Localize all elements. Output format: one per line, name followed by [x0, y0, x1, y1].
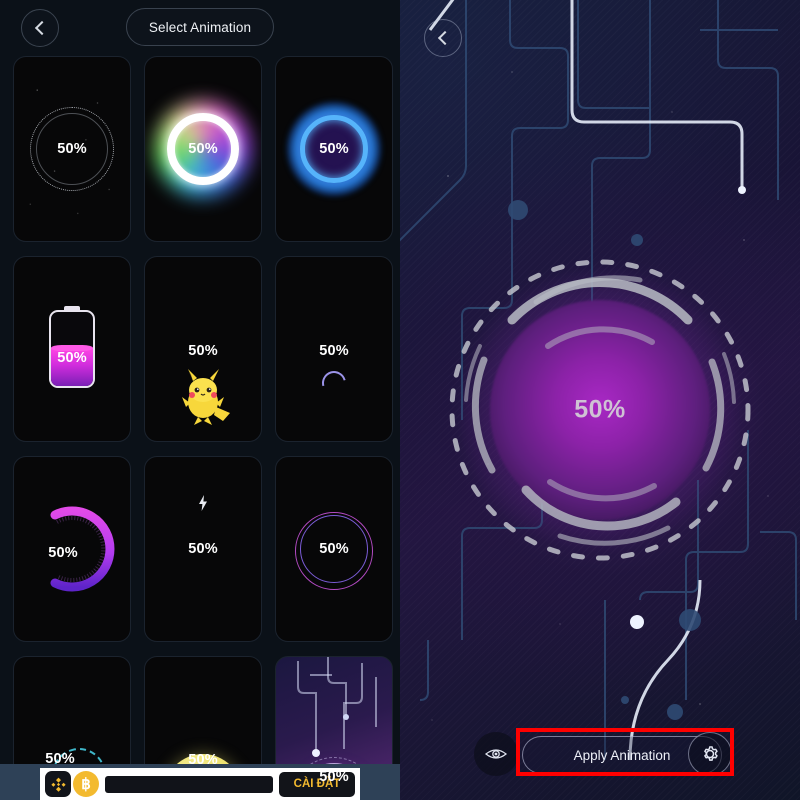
- battery-icon: [49, 310, 95, 388]
- card-percent-label: 50%: [48, 545, 78, 561]
- binance-logo-icon: [45, 771, 71, 797]
- animation-preview: 50%: [440, 250, 760, 570]
- app-screen: Select Animation 50% 50% 50% 50% 50% 50%…: [0, 0, 800, 800]
- card-percent-label: 50%: [319, 769, 349, 785]
- animation-card-blue-energy-ring[interactable]: 50%: [275, 56, 393, 242]
- animation-card-purple-arc[interactable]: 50%: [13, 456, 131, 642]
- spinner-icon: [317, 366, 351, 400]
- settings-button[interactable]: [688, 732, 732, 776]
- lightning-bolt-icon: [199, 495, 207, 511]
- ad-text-placeholder: [105, 775, 273, 793]
- card-percent-label: 50%: [188, 343, 218, 359]
- preview-percent-label: 50%: [574, 395, 626, 424]
- animation-card-dotted-particle-ring[interactable]: 50%: [13, 56, 131, 242]
- animation-card-bolt-text[interactable]: 50%: [144, 456, 262, 642]
- animation-card-liquid-battery[interactable]: 50%: [13, 256, 131, 442]
- chevron-left-icon: [34, 20, 49, 36]
- gear-icon: [704, 746, 718, 761]
- card-percent-label: 50%: [188, 141, 218, 157]
- card-percent-label: 50%: [319, 541, 349, 557]
- card-percent-label: 50%: [188, 541, 218, 557]
- animation-picker-panel: Select Animation 50% 50% 50% 50% 50% 50%…: [0, 0, 400, 800]
- chevron-left-icon: [437, 30, 452, 46]
- select-animation-label: Select Animation: [148, 19, 252, 35]
- animation-card-circuit-orb[interactable]: 50%: [275, 656, 393, 800]
- card-percent-label: 50%: [319, 343, 349, 359]
- select-animation-title[interactable]: Select Animation: [126, 8, 274, 46]
- animation-grid: 50% 50% 50% 50% 50% 50% 50% 50% 50% 50% …: [0, 56, 400, 800]
- pikachu-icon: [182, 369, 230, 425]
- card-percent-label: 50%: [57, 350, 87, 366]
- bitcoin-coin-icon: ฿: [73, 771, 99, 797]
- animation-card-pikachu[interactable]: 50%: [144, 256, 262, 442]
- card-percent-label: 50%: [57, 141, 87, 157]
- animation-preview-panel: 50% Apply Animation: [400, 0, 800, 800]
- preview-action-bar: Apply Animation: [400, 732, 800, 778]
- card-percent-label: 50%: [45, 751, 75, 767]
- back-button[interactable]: [21, 9, 59, 47]
- card-percent-label: 50%: [319, 141, 349, 157]
- card-percent-label: 50%: [188, 752, 218, 768]
- animation-card-minimal-spinner[interactable]: 50%: [275, 256, 393, 442]
- animation-card-double-thin-ring[interactable]: 50%: [275, 456, 393, 642]
- apply-animation-label: Apply Animation: [573, 747, 671, 763]
- preview-back-button[interactable]: [424, 19, 462, 57]
- animation-card-rainbow-neon-ring[interactable]: 50%: [144, 56, 262, 242]
- preview-eye-button[interactable]: [474, 732, 518, 776]
- eye-icon: [485, 749, 507, 759]
- left-header: Select Animation: [0, 0, 400, 56]
